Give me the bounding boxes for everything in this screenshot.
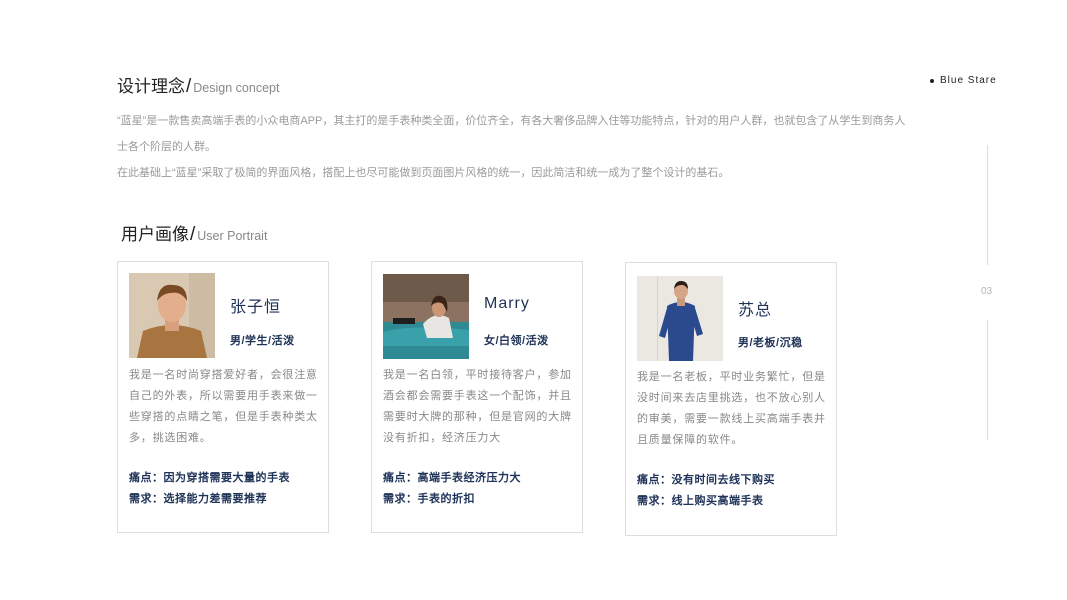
persona-card: 张子恒 男/学生/活泼 我是一名时尚穿搭爱好者，会很注意自己的外表，所以需要用手… <box>117 261 329 533</box>
persona-description: 我是一名时尚穿搭爱好者，会很注意自己的外表，所以需要用手表来做一些穿搭的点睛之笔… <box>129 369 318 444</box>
persona-description: 我是一名老板，平时业务繁忙，但是没时间来去店里挑选，也不放心别人的审美，需要一款… <box>637 371 826 446</box>
persona-tags: 男/学生/活泼 <box>230 335 295 347</box>
persona-pain-point: 痛点：高端手表经济压力大 <box>383 472 521 484</box>
concept-paragraph-2: 在此基础上“蓝星”采取了极简的界面风格，搭配上也尽可能做到页面图片风格的统一，因… <box>117 167 730 179</box>
brand-name: Blue Stare <box>940 75 997 86</box>
persona-photo-image <box>129 273 215 358</box>
persona-name: 苏总 <box>738 302 773 319</box>
concept-paragraph-1: “蓝星”是一款售卖高端手表的小众电商APP，其主打的是手表种类全面，价位齐全，有… <box>117 115 906 153</box>
persona-card: 苏总 男/老板/沉稳 我是一名老板，平时业务繁忙，但是没时间来去店里挑选，也不放… <box>625 262 837 536</box>
user-portrait-title-zh: 用户画像 <box>121 225 189 244</box>
persona-pain-point: 痛点：因为穿搭需要大量的手表 <box>129 472 290 484</box>
side-divider-top <box>987 145 988 265</box>
brand-label: Blue Stare <box>930 75 997 86</box>
user-portrait-title-en: User Portrait <box>197 229 268 243</box>
bullet-dot-icon <box>930 78 934 83</box>
design-concept-heading: 设计理念 / Design concept <box>117 72 279 98</box>
persona-name: 张子恒 <box>230 299 282 316</box>
persona-need: 需求：选择能力差需要推荐 <box>129 493 267 505</box>
persona-pain-point: 痛点：没有时间去线下购买 <box>637 474 775 486</box>
side-divider-bottom <box>987 320 988 440</box>
persona-photo <box>129 273 215 358</box>
title-slash: / <box>190 224 196 245</box>
user-portrait-heading: 用户画像 / User Portrait <box>121 220 267 246</box>
persona-card: Marry 女/白领/活泼 我是一名白领，平时接待客户，参加酒会都会需要手表这一… <box>371 261 583 533</box>
title-slash: / <box>186 76 192 97</box>
page-number: 03 <box>981 286 993 297</box>
persona-photo-image <box>383 274 469 359</box>
persona-description: 我是一名白领，平时接待客户，参加酒会都会需要手表这一个配饰，并且需要时大牌的那种… <box>383 369 572 444</box>
persona-tags: 男/老板/沉稳 <box>738 337 803 349</box>
persona-photo <box>383 274 469 359</box>
persona-name: Marry <box>484 295 530 312</box>
design-concept-title-zh: 设计理念 <box>117 77 185 96</box>
persona-tags: 女/白领/活泼 <box>484 335 549 347</box>
persona-need: 需求：线上购买高端手表 <box>637 495 764 507</box>
design-concept-title-en: Design concept <box>193 81 280 95</box>
persona-photo-image <box>637 276 723 361</box>
persona-need: 需求：手表的折扣 <box>383 493 475 505</box>
persona-photo <box>637 276 723 361</box>
design-concept-text: “蓝星”是一款售卖高端手表的小众电商APP，其主打的是手表种类全面，价位齐全，有… <box>117 108 907 186</box>
